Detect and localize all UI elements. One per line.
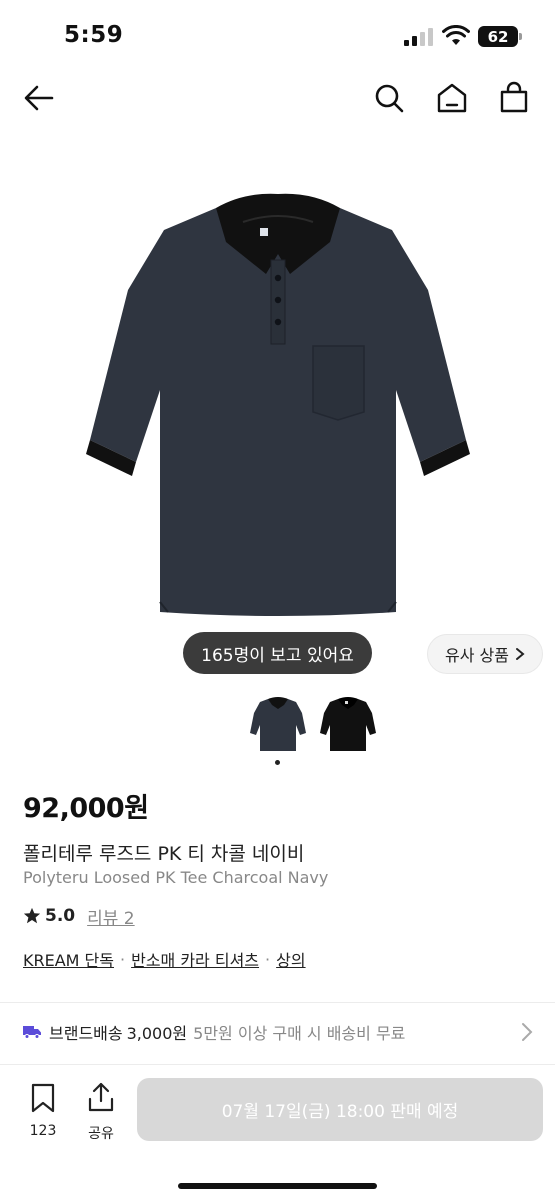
bookmark-count: 123	[29, 1123, 57, 1139]
rating-score: 5.0	[45, 906, 76, 926]
tag-short-sleeve-collar-tee[interactable]: 반소매 카라 티셔츠	[131, 947, 259, 971]
chevron-right-icon	[522, 1023, 533, 1041]
image-page-indicator	[275, 760, 280, 765]
wifi-icon	[442, 25, 470, 45]
share-button[interactable]: 공유	[78, 1081, 124, 1143]
status-bar: 5:59 62	[0, 0, 555, 70]
star-icon	[23, 907, 41, 924]
product-image[interactable]	[0, 150, 555, 670]
polo-shirt-image	[85, 193, 470, 616]
color-thumbnails	[0, 693, 555, 757]
bookmark-icon	[31, 1083, 55, 1113]
similar-products-label: 유사 상품	[445, 646, 509, 665]
tag-kream-exclusive[interactable]: KREAM 단독	[23, 947, 114, 971]
viewers-text: 165명이 보고 있어요	[201, 645, 354, 666]
top-nav	[0, 75, 555, 125]
tag-tops[interactable]: 상의	[276, 947, 305, 971]
battery-nub	[519, 33, 522, 40]
cellular-signal-icon	[404, 28, 434, 46]
shipping-note: 5만원 이상 구매 시 배송비 무료	[193, 1024, 406, 1043]
shipping-label: 브랜드배송	[49, 1024, 123, 1043]
sale-schedule-button[interactable]: 07월 17일(금) 18:00 판매 예정	[137, 1078, 543, 1141]
viewers-badge: 165명이 보고 있어요	[183, 632, 372, 674]
review-link[interactable]: 리뷰 2	[87, 904, 135, 929]
tag-separator: ·	[120, 949, 126, 969]
bottom-action-bar: 123 공유 07월 17일(금) 18:00 판매 예정	[0, 1064, 555, 1200]
category-tags: KREAM 단독 · 반소매 카라 티셔츠 · 상의	[23, 946, 306, 972]
shopping-bag-icon[interactable]	[497, 81, 531, 115]
product-price: 92,000원	[23, 793, 149, 824]
product-name-en: Polyteru Loosed PK Tee Charcoal Navy	[23, 868, 329, 887]
shipping-fee: 3,000원	[126, 1024, 188, 1043]
chevron-right-icon	[515, 648, 525, 660]
sale-schedule-label: 07월 17일(금) 18:00 판매 예정	[221, 1102, 459, 1122]
home-indicator	[178, 1183, 377, 1189]
similar-products-button[interactable]: 유사 상품	[427, 634, 543, 674]
bookmark-button[interactable]: 123	[20, 1083, 66, 1139]
product-name-ko: 폴리테루 루즈드 PK 티 차콜 네이비	[23, 843, 305, 865]
tag-separator: ·	[265, 949, 271, 969]
status-time: 5:59	[64, 22, 124, 48]
share-label: 공유	[88, 1126, 114, 1142]
product-rating: 5.0 리뷰 2	[23, 904, 135, 929]
search-icon[interactable]	[372, 81, 406, 115]
divider	[0, 1002, 555, 1003]
back-arrow-icon[interactable]	[22, 81, 56, 115]
shipping-info-row[interactable]: 브랜드배송 3,000원 5만원 이상 구매 시 배송비 무료	[0, 1004, 555, 1060]
thumbnail-black[interactable]	[318, 693, 378, 753]
delivery-truck-icon	[23, 1026, 41, 1039]
battery-level: 62	[487, 27, 509, 46]
thumbnail-charcoal-navy[interactable]	[248, 693, 308, 753]
share-icon	[88, 1082, 114, 1112]
home-icon[interactable]	[435, 81, 469, 115]
battery-icon: 62	[478, 26, 518, 47]
